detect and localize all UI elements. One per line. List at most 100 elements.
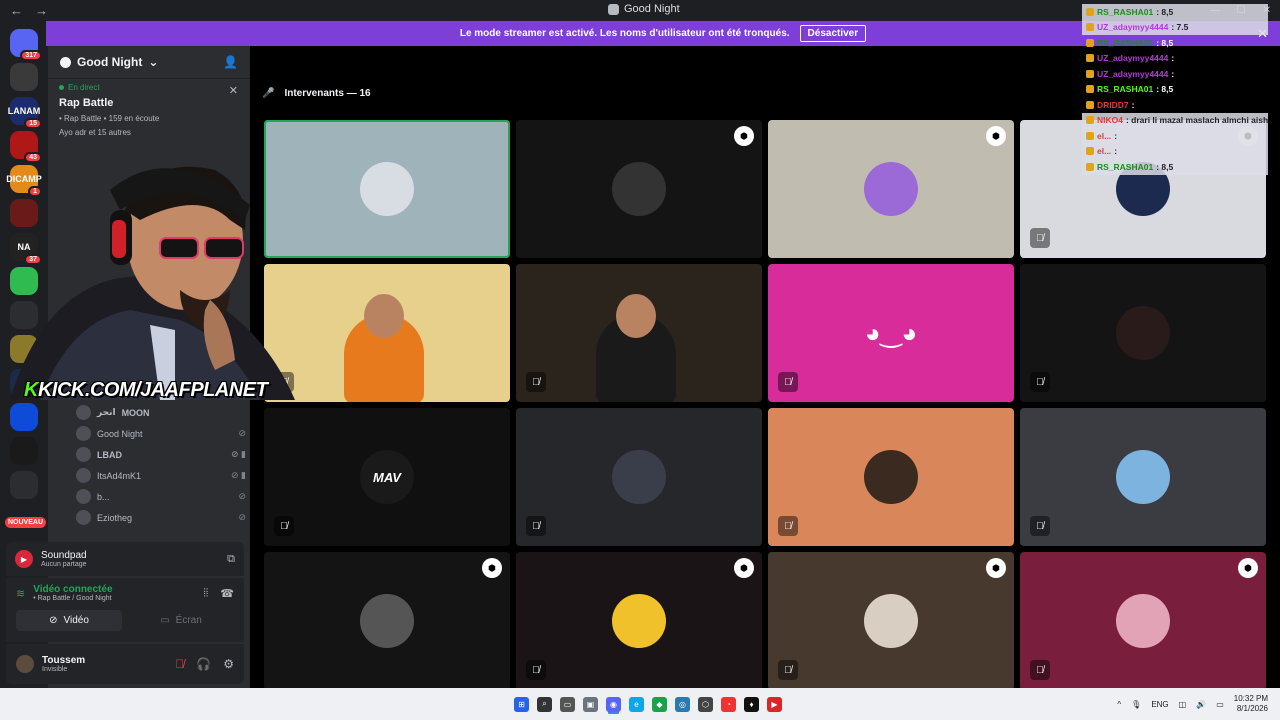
soundpad-subtitle: Aucun partage: [41, 561, 87, 568]
speaker-tile[interactable]: ◕‿◕ 🎙̸: [768, 264, 1014, 402]
speaker-tile[interactable]: 🎙̸: [1020, 408, 1266, 546]
list-item[interactable]: ItsAd4mK1 ⊘ ▮: [76, 465, 246, 486]
signal-icon[interactable]: ≋: [16, 587, 25, 600]
taskbar-app-icon[interactable]: ⊞: [514, 696, 529, 712]
speaker-tile[interactable]: ⬢: [264, 552, 510, 690]
speaker-tile[interactable]: ⬢ 🎙̸: [1020, 552, 1266, 690]
language-indicator[interactable]: ENG: [1151, 700, 1168, 709]
taskbar-app-icon[interactable]: ◔: [721, 696, 736, 712]
volume-icon[interactable]: 🔊: [1196, 700, 1206, 709]
clock[interactable]: 10:32 PM 8/1/2026: [1234, 694, 1268, 714]
avatar: [612, 594, 666, 648]
mic-muted-icon: 🎙̸: [1030, 516, 1050, 536]
chat-badge-icon: [1086, 54, 1094, 63]
voice-channel-link[interactable]: • Rap Battle / Good Night: [33, 595, 112, 602]
avatar: [76, 405, 91, 420]
server-label: LANAM: [7, 106, 41, 116]
list-item[interactable]: انحر MOON: [76, 402, 246, 423]
list-item[interactable]: LBAD ⊘ ▮: [76, 444, 246, 465]
server-icon[interactable]: [10, 403, 38, 431]
network-icon[interactable]: ◫: [1179, 700, 1187, 709]
camera-off-icon: ⊘: [49, 615, 58, 626]
avatar: [76, 426, 91, 441]
taskbar-app-icon[interactable]: ▣: [583, 696, 598, 712]
moderator-shield-icon: ⬢: [482, 558, 502, 578]
taskbar-app-icon[interactable]: ♦: [744, 696, 759, 712]
chat-text: : 8,5: [1156, 6, 1174, 17]
chevron-down-icon: ⌄: [148, 55, 159, 69]
member-name: Eziotheg: [97, 512, 133, 523]
taskbar-app-icon[interactable]: ▭: [560, 696, 575, 712]
member-name: ItsAd4mK1: [97, 470, 142, 481]
speaker-tile[interactable]: 🎙̸: [516, 264, 762, 402]
server-icon[interactable]: [10, 437, 38, 465]
avatar: [1116, 450, 1170, 504]
video-button[interactable]: ⊘ Vidéo: [16, 610, 122, 631]
list-item[interactable]: Good Night ⊘: [76, 423, 246, 444]
back-arrow-icon[interactable]: ←: [10, 3, 23, 18]
avatar[interactable]: [16, 655, 34, 673]
speaker-tile[interactable]: ⬢ 🎙̸: [768, 552, 1014, 690]
chat-message: UZ_adaymyy4444: 7.5: [1082, 19, 1268, 35]
invite-icon[interactable]: 👤: [223, 55, 238, 69]
clock-date: 8/1/2026: [1236, 704, 1268, 713]
list-item[interactable]: b... ⊘: [76, 486, 246, 507]
moderator-shield-icon: ⬢: [986, 558, 1006, 578]
list-item[interactable]: Eziotheg ⊘: [76, 507, 246, 528]
kick-logo-letter: K: [24, 379, 38, 401]
speaker-tile[interactable]: 🎙̸: [768, 408, 1014, 546]
speaker-tile[interactable]: ⬢: [516, 120, 762, 258]
server-icon[interactable]: [10, 63, 38, 91]
taskbar-app-icon[interactable]: ◎: [675, 696, 690, 712]
server-icon[interactable]: 317: [10, 29, 42, 61]
chat-text: :: [1114, 146, 1118, 157]
disable-streamer-button[interactable]: Désactiver: [799, 25, 867, 42]
taskbar-app-icon[interactable]: ⬡: [698, 696, 713, 712]
forward-arrow-icon[interactable]: →: [35, 3, 48, 18]
speaker-tile[interactable]: ⬢: [768, 120, 1014, 258]
speaker-tile[interactable]: [264, 120, 510, 258]
chat-message: RS_RASHA01: 8,5: [1082, 4, 1268, 20]
chat-badge-icon: [1086, 147, 1094, 156]
chat-text: : 8,5: [1156, 37, 1174, 48]
taskbar-app-icon[interactable]: ◆: [652, 696, 667, 712]
chat-username: RS_RASHA01: [1097, 84, 1154, 95]
noise-suppression-icon[interactable]: ⦙⦙: [203, 587, 208, 600]
chat-message: DRIDD7:: [1082, 97, 1268, 113]
live-card-close-icon[interactable]: ✕: [229, 84, 238, 97]
taskbar-app-icon[interactable]: ⌕: [537, 696, 552, 712]
moderator-shield-icon: ⬢: [986, 126, 1006, 146]
tray-chevron-icon[interactable]: ^: [1117, 700, 1121, 709]
speaker-tile[interactable]: 🎙̸: [516, 408, 762, 546]
stage-live-card[interactable]: En direct Rap Battle • Rap Battle • 159 …: [48, 78, 250, 141]
speaker-tile[interactable]: 🎙̸: [264, 264, 510, 402]
server-icon[interactable]: [10, 471, 38, 499]
mention-badge: 317: [20, 50, 42, 61]
kick-url-overlay: KKICK.COM/JAAFPLANET: [24, 379, 268, 402]
screen-share-button[interactable]: ▭ Écran: [128, 610, 234, 631]
speaker-tile[interactable]: MAV 🎙̸: [264, 408, 510, 546]
screen-icon: ▭: [160, 615, 170, 626]
taskbar-app-icon[interactable]: e: [629, 696, 644, 712]
chat-badge-icon: [1086, 38, 1094, 47]
battery-icon[interactable]: ▭: [1216, 700, 1224, 709]
taskbar-app-icon[interactable]: ◉: [606, 696, 621, 712]
gear-icon[interactable]: ⚙: [223, 657, 234, 671]
windows-taskbar: ⊞ ⌕ ▭ ▣ ◉ e ◆ ◎ ⬡ ◔ ♦ ▶ ^ 🎙 ENG ◫ 🔊 ▭ 10:32 PM 8/1/…: [0, 688, 1280, 720]
mic-muted-icon[interactable]: 🎙̸: [175, 657, 184, 671]
window-title: Good Night: [608, 3, 680, 15]
disconnect-icon[interactable]: ☎: [220, 587, 234, 600]
member-status-icons: ⊘ ▮: [231, 449, 246, 459]
headphones-icon[interactable]: 🎧: [196, 657, 211, 671]
guild-header[interactable]: Good Night ⌄ 👤: [48, 46, 250, 78]
avatar: [1116, 594, 1170, 648]
avatar: MAV: [360, 450, 414, 504]
server-icon[interactable]: LANAM 15: [7, 97, 42, 129]
member-prefix: انحر: [97, 407, 116, 417]
mic-icon[interactable]: 🎙: [1131, 700, 1141, 709]
taskbar-app-icon[interactable]: ▶: [767, 696, 782, 712]
speaker-tile[interactable]: 🎙̸: [1020, 264, 1266, 402]
screen-share-icon[interactable]: ⧉: [227, 553, 235, 566]
speaker-tile[interactable]: ⬢ 🎙̸: [516, 552, 762, 690]
chat-badge-icon: [1086, 23, 1094, 32]
